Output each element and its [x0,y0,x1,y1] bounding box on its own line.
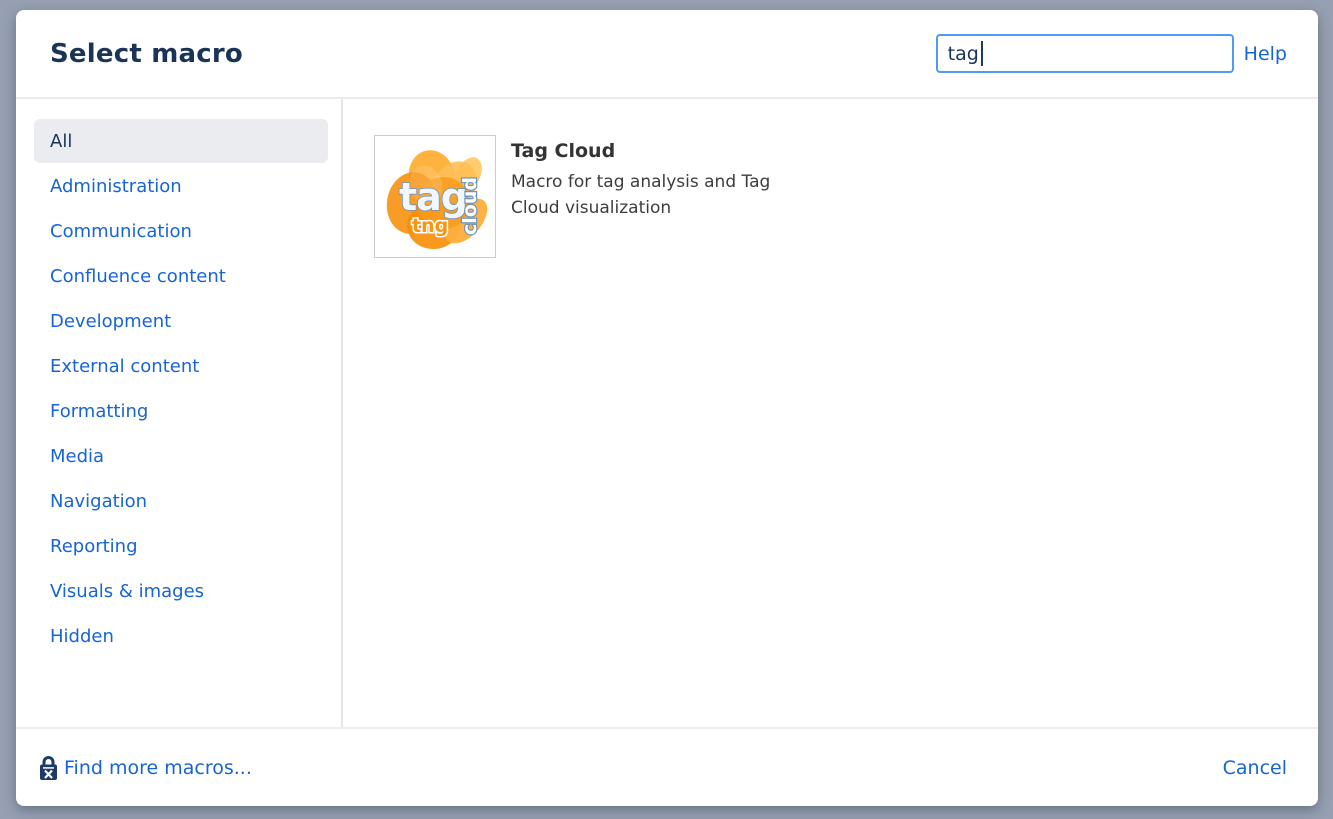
sidebar-item-external-content[interactable]: External content [16,344,341,389]
dialog-footer: Find more macros... Cancel [16,727,1318,806]
macro-title: Tag Cloud [511,140,770,162]
sidebar-item-label[interactable]: Visuals & images [16,581,341,602]
help-link[interactable]: Help [1244,43,1287,65]
sidebar-item-label[interactable]: Navigation [16,491,341,512]
category-sidebar: All Administration Communication Conflue… [16,99,343,727]
icon-word-tag: tag [399,175,467,219]
cancel-button[interactable]: Cancel [1223,757,1287,779]
sidebar-item-label[interactable]: Reporting [16,536,341,557]
macro-list-item-tag-cloud[interactable]: tag tng cloud Tag Cloud Macro for tag an… [374,135,1298,258]
sidebar-item-hidden[interactable]: Hidden [16,614,341,659]
sidebar-item-formatting[interactable]: Formatting [16,389,341,434]
sidebar-item-label[interactable]: Formatting [16,401,341,422]
sidebar-item-reporting[interactable]: Reporting [16,524,341,569]
sidebar-item-label[interactable]: Administration [16,176,341,197]
text-caret [981,41,983,66]
dialog-body: All Administration Communication Conflue… [16,99,1318,727]
sidebar-item-confluence-content[interactable]: Confluence content [16,254,341,299]
dialog-header: Select macro Help [16,10,1318,99]
macro-description-line1: Macro for tag analysis and Tag [511,172,770,192]
find-more-macros-label[interactable]: Find more macros... [64,757,252,779]
select-macro-dialog: Select macro Help All Administration Com… [16,10,1318,806]
plugin-icon [38,754,59,782]
sidebar-item-all[interactable]: All [34,119,328,163]
sidebar-item-visuals-images[interactable]: Visuals & images [16,569,341,614]
sidebar-item-label[interactable]: Development [16,311,341,332]
sidebar-item-media[interactable]: Media [16,434,341,479]
page-title: Select macro [50,39,243,69]
sidebar-item-label[interactable]: Communication [16,221,341,242]
tag-cloud-macro-icon: tag tng cloud [374,135,496,258]
sidebar-item-label[interactable]: All [34,131,328,152]
sidebar-item-navigation[interactable]: Navigation [16,479,341,524]
tag-cloud-icon: tag tng cloud [382,143,488,250]
macro-text-block: Tag Cloud Macro for tag analysis and Tag… [511,135,770,221]
macro-results-panel: tag tng cloud Tag Cloud Macro for tag an… [343,99,1318,727]
icon-word-tng: tng [412,215,448,237]
sidebar-item-label[interactable]: Media [16,446,341,467]
search-field-wrapper [936,34,1234,73]
sidebar-item-label[interactable]: Hidden [16,626,341,647]
macro-description: Macro for tag analysis and Tag Cloud vis… [511,169,770,221]
sidebar-item-label[interactable]: External content [16,356,341,377]
macro-description-line2: Cloud visualization [511,198,671,218]
find-more-macros-link[interactable]: Find more macros... [38,754,252,782]
sidebar-item-development[interactable]: Development [16,299,341,344]
icon-word-cloud: cloud [459,177,481,235]
sidebar-item-communication[interactable]: Communication [16,209,341,254]
category-list: All Administration Communication Conflue… [16,119,341,659]
sidebar-item-administration[interactable]: Administration [16,164,341,209]
page-backdrop: { "dialog": { "title": "Select macro", "… [0,0,1333,819]
sidebar-item-label[interactable]: Confluence content [16,266,341,287]
